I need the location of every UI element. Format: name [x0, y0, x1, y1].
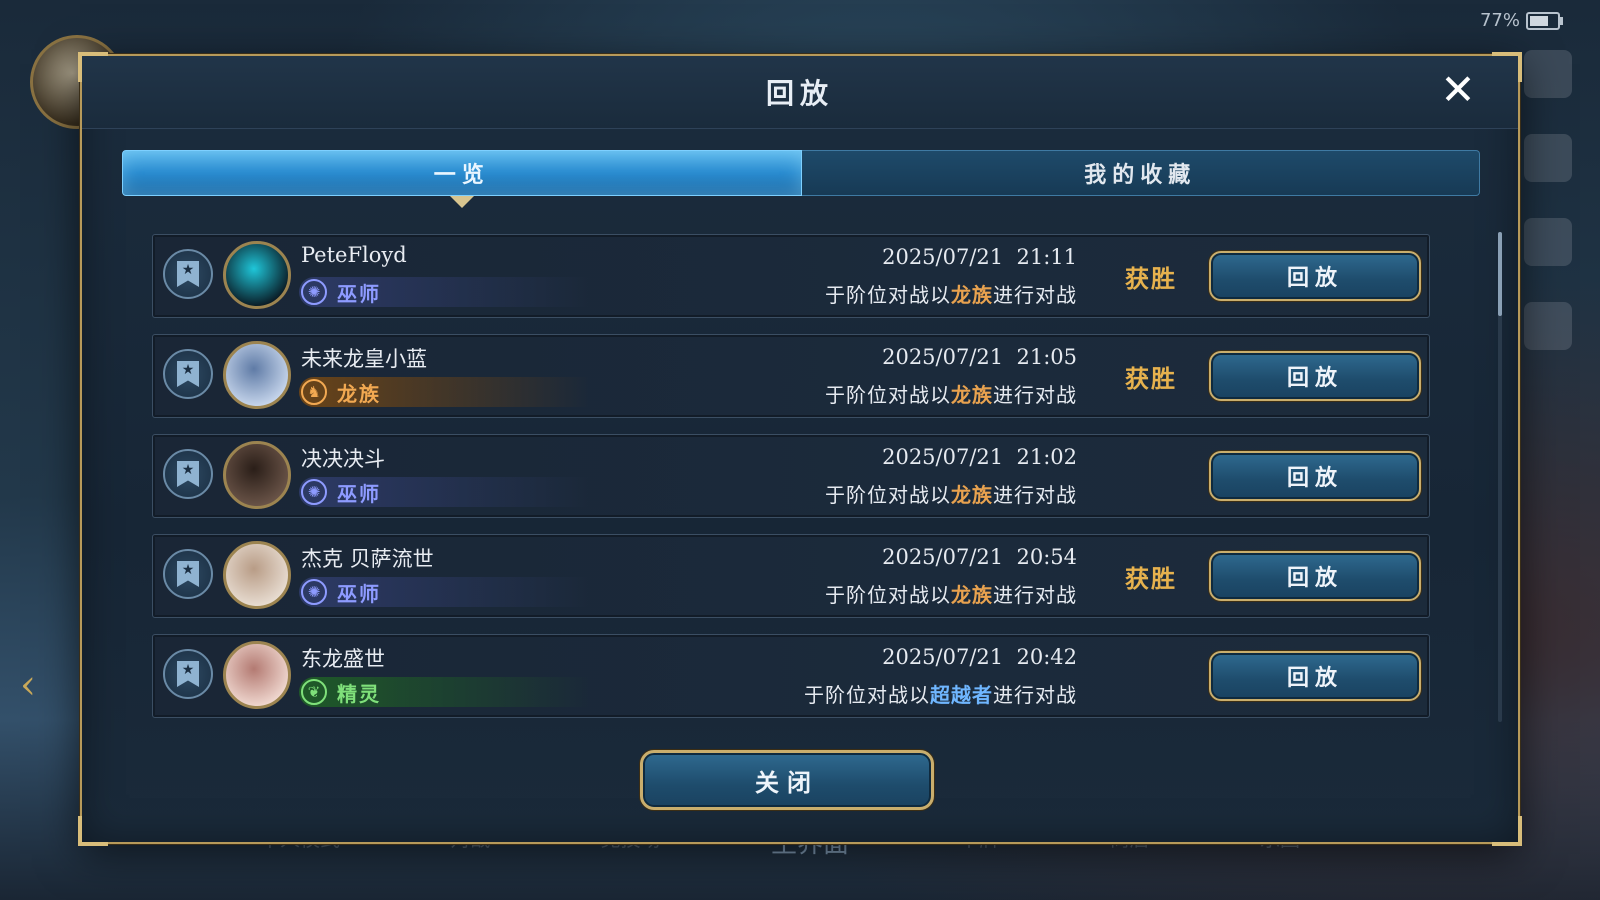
class-icon: ✺ — [301, 579, 327, 605]
result-label: 获胜 — [1125, 364, 1177, 393]
scroll-icon — [1524, 302, 1572, 350]
deck-class-highlight: 龙族 — [951, 383, 993, 407]
class-name: 巫师 — [337, 581, 381, 606]
avatar — [223, 341, 291, 409]
class-name: 精灵 — [337, 681, 381, 706]
favorite-button[interactable]: ★ — [163, 349, 213, 399]
desc-prefix: 于阶位对战以 — [804, 683, 930, 707]
replay-row: ★ PeteFloyd ✺ 巫师 2025/07/21 21:11 于阶位对战以龙族进行对… — [152, 234, 1430, 318]
match-datetime: 2025/07/21 20:42 — [882, 645, 1077, 669]
bookmark-star-icon: ★ — [177, 361, 199, 387]
deck-class-highlight: 龙族 — [951, 483, 993, 507]
desc-prefix: 于阶位对战以 — [825, 383, 951, 407]
avatar — [223, 541, 291, 609]
match-datetime: 2025/07/21 21:11 — [882, 245, 1077, 269]
frame-corner — [78, 816, 108, 846]
tab-bar: 一览 我的收藏 — [122, 150, 1480, 208]
desc-suffix: 进行对战 — [993, 283, 1077, 307]
avatar — [223, 641, 291, 709]
match-datetime: 2025/07/21 21:05 — [882, 345, 1077, 369]
player-name: 未来龙皇小蓝 — [301, 347, 427, 371]
replay-list: ★ PeteFloyd ✺ 巫师 2025/07/21 21:11 于阶位对战以龙族进行对… — [152, 234, 1430, 734]
close-icon[interactable]: ✕ — [1436, 68, 1480, 112]
replay-button[interactable]: 回放 — [1209, 251, 1421, 301]
tab-overview[interactable]: 一览 — [122, 150, 802, 208]
battery-percent: 77% — [1479, 10, 1520, 31]
match-datetime: 2025/07/21 20:54 — [882, 545, 1077, 569]
replay-row: ★ 决决决斗 ✺ 巫师 2025/07/21 21:02 于阶位对战以龙族进行对战 回放 — [152, 434, 1430, 518]
avatar — [223, 441, 291, 509]
result-label: 获胜 — [1125, 564, 1177, 593]
favorite-button[interactable]: ★ — [163, 549, 213, 599]
class-name: 巫师 — [337, 281, 381, 306]
desc-suffix: 进行对战 — [993, 683, 1077, 707]
replay-button[interactable]: 回放 — [1209, 651, 1421, 701]
bookmark-star-icon: ★ — [177, 561, 199, 587]
class-badge: ❦ 精灵 — [299, 677, 589, 707]
match-datetime: 2025/07/21 21:02 — [882, 445, 1077, 469]
player-name: 东龙盛世 — [301, 647, 385, 671]
replay-button[interactable]: 回放 — [1209, 551, 1421, 601]
favorite-button[interactable]: ★ — [163, 449, 213, 499]
background-side-icons — [1524, 50, 1572, 350]
deck-class-highlight: 龙族 — [951, 283, 993, 307]
desc-prefix: 于阶位对战以 — [825, 583, 951, 607]
replay-row: ★ 东龙盛世 ❦ 精灵 2025/07/21 20:42 于阶位对战以超越者进行对战 回放 — [152, 634, 1430, 718]
left-arrow-icon: ‹ — [20, 662, 36, 708]
gift-icon — [1524, 218, 1572, 266]
dialog-header: 回放 ✕ — [82, 56, 1518, 129]
replay-dialog: 回放 ✕ 一览 我的收藏 ★ PeteFloyd ✺ 巫师 2025/07/21 21:… — [78, 52, 1522, 846]
status-bar: 77% — [1479, 10, 1563, 31]
dialog-title: 回放 — [765, 77, 834, 110]
image-icon — [1524, 134, 1572, 182]
desc-prefix: 于阶位对战以 — [825, 483, 951, 507]
class-name: 巫师 — [337, 481, 381, 506]
battery-icon — [1526, 11, 1563, 30]
desc-suffix: 进行对战 — [993, 583, 1077, 607]
bookmark-star-icon: ★ — [177, 261, 199, 287]
class-icon: ✺ — [301, 479, 327, 505]
player-name: PeteFloyd — [301, 243, 407, 267]
tab-caret-icon — [449, 196, 474, 208]
class-name: 龙族 — [337, 381, 381, 406]
match-description: 于阶位对战以龙族进行对战 — [825, 579, 1077, 608]
class-icon: ♞ — [301, 379, 327, 405]
replay-button[interactable]: 回放 — [1209, 351, 1421, 401]
tab-label: 一览 — [433, 162, 490, 188]
deck-class-highlight: 超越者 — [930, 683, 993, 707]
match-description: 于阶位对战以超越者进行对战 — [804, 679, 1077, 708]
desc-suffix: 进行对战 — [993, 383, 1077, 407]
close-button[interactable]: 关闭 — [640, 750, 934, 810]
class-icon: ❦ — [301, 679, 327, 705]
class-badge: ✺ 巫师 — [299, 477, 589, 507]
match-description: 于阶位对战以龙族进行对战 — [825, 379, 1077, 408]
class-badge: ♞ 龙族 — [299, 377, 589, 407]
player-name: 杰克 贝萨流世 — [301, 547, 434, 571]
match-description: 于阶位对战以龙族进行对战 — [825, 479, 1077, 508]
class-badge: ✺ 巫师 — [299, 577, 589, 607]
replay-row: ★ 未来龙皇小蓝 ♞ 龙族 2025/07/21 21:05 于阶位对战以龙族进行对战 获胜… — [152, 334, 1430, 418]
bookmark-star-icon: ★ — [177, 661, 199, 687]
class-badge: ✺ 巫师 — [299, 277, 589, 307]
replay-row: ★ 杰克 贝萨流世 ✺ 巫师 2025/07/21 20:54 于阶位对战以龙族进行对战 获… — [152, 534, 1430, 618]
result-label: 获胜 — [1125, 264, 1177, 293]
scrollbar[interactable] — [1498, 232, 1502, 722]
favorite-button[interactable]: ★ — [163, 249, 213, 299]
tab-my-favorites[interactable]: 我的收藏 — [801, 150, 1480, 196]
class-icon: ✺ — [301, 279, 327, 305]
favorite-button[interactable]: ★ — [163, 649, 213, 699]
frame-corner — [1492, 816, 1522, 846]
deck-class-highlight: 龙族 — [951, 583, 993, 607]
player-name: 决决决斗 — [301, 447, 385, 471]
grid-icon — [1524, 50, 1572, 98]
replay-button[interactable]: 回放 — [1209, 451, 1421, 501]
match-description: 于阶位对战以龙族进行对战 — [825, 279, 1077, 308]
scrollbar-thumb[interactable] — [1498, 232, 1502, 316]
avatar — [223, 241, 291, 309]
tab-label: 我的收藏 — [1084, 162, 1197, 188]
bookmark-star-icon: ★ — [177, 461, 199, 487]
desc-suffix: 进行对战 — [993, 483, 1077, 507]
desc-prefix: 于阶位对战以 — [825, 283, 951, 307]
